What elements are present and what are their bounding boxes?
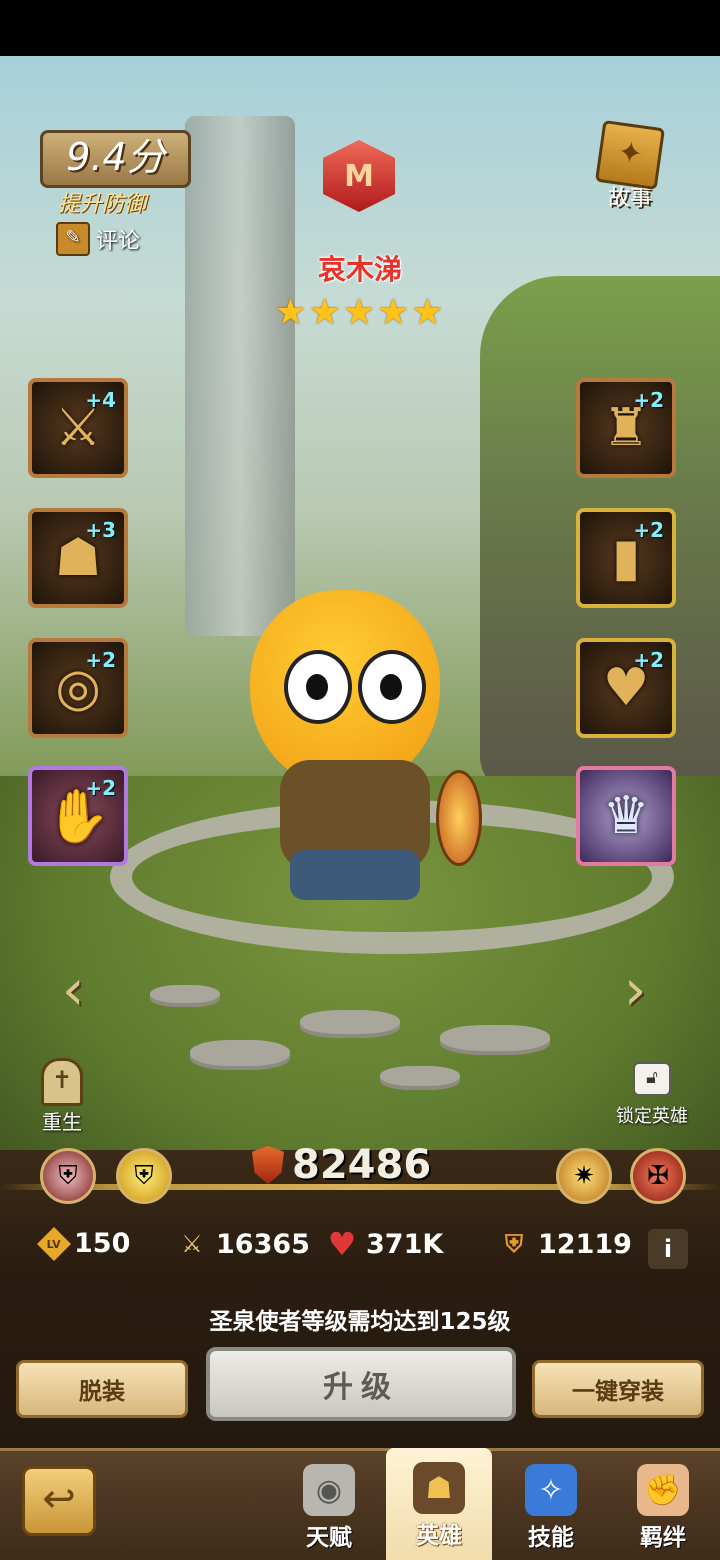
tab-bond[interactable]: ✊ 羁绊	[610, 1456, 716, 1556]
tab-hero-label: 英雄	[416, 1523, 462, 1549]
talent-stone-icon: ◉	[303, 1464, 355, 1516]
stat-attack: ⚔ 16365	[176, 1228, 310, 1260]
tab-skill-label: 技能	[528, 1525, 574, 1551]
crown-icon: ♛	[602, 786, 650, 846]
tab-hero[interactable]: ☗ 英雄	[386, 1448, 492, 1560]
skill-book-icon: ✧	[525, 1464, 577, 1516]
gold-emblem-buff-icon[interactable]: ✷	[556, 1148, 612, 1204]
enhance-level: +2	[633, 518, 664, 542]
equip-all-button[interactable]: 一键穿装	[532, 1360, 704, 1418]
faction-badge: M	[323, 140, 395, 212]
hero-name: 哀木涕	[317, 253, 402, 286]
enhance-level: +2	[85, 776, 116, 800]
star-rating: ★★★★★	[274, 292, 446, 333]
hero-legs	[290, 850, 420, 900]
stats-info-button[interactable]: i	[648, 1229, 688, 1269]
tab-talent[interactable]: ◉ 天赋	[276, 1456, 382, 1556]
tab-bond-label: 羁绊	[640, 1525, 686, 1551]
improve-defense-link[interactable]: 提升防御	[58, 186, 146, 218]
upgrade-requirement-notice: 圣泉使者等级需均达到125级	[209, 1309, 511, 1335]
tab-skill[interactable]: ✧ 技能	[498, 1456, 604, 1556]
enhance-level: +2	[85, 648, 116, 672]
enhance-level: +4	[85, 388, 116, 412]
stepping-stone	[380, 1066, 460, 1090]
prev-hero-arrow-icon[interactable]: ‹	[62, 958, 102, 1023]
equip-slot-boots[interactable]: ▮ +2	[576, 508, 676, 608]
defense-value: 12119	[538, 1228, 632, 1260]
tab-talent-label: 天赋	[306, 1525, 352, 1551]
stepping-stone	[440, 1025, 550, 1055]
level-value: 150	[74, 1228, 131, 1259]
lock-hero-label: 锁定英雄	[616, 1106, 688, 1127]
padlock-icon: 🔓︎	[633, 1062, 671, 1096]
hero-rating: 9.4分	[40, 130, 191, 188]
hero-eye	[284, 650, 352, 724]
enhance-level: +2	[633, 648, 664, 672]
equip-slot-crown[interactable]: ♛	[576, 766, 676, 866]
stepping-stone	[190, 1040, 290, 1070]
game-screen: 9.4分 提升防御 ✎ 评论 ✦ 故事 M 哀木涕 ★★★★★ ⚔ +4 ☗ +…	[0, 0, 720, 1560]
lock-hero-button[interactable]: 🔓︎ 锁定英雄	[616, 1062, 688, 1128]
story-book-icon: ✦	[594, 119, 666, 191]
stat-defense: ⛨ 12119	[498, 1228, 632, 1260]
stepping-stone	[150, 985, 220, 1007]
stepping-stone	[300, 1010, 400, 1038]
equip-slot-helmet[interactable]: ☗ +3	[28, 508, 128, 608]
power-shield-icon	[252, 1146, 284, 1184]
level-badge-icon: LV	[37, 1226, 71, 1261]
upgrade-button[interactable]: 升级	[206, 1347, 516, 1421]
attack-value: 16365	[216, 1228, 310, 1260]
shield-icon: ⛨	[505, 1230, 523, 1258]
combat-power: 82486	[252, 1142, 431, 1188]
stat-level: LV 150	[37, 1226, 131, 1261]
hero-eye	[358, 650, 426, 724]
crossed-swords-icon: ⚔	[181, 1230, 203, 1258]
hero-helmet-icon: ☗	[413, 1462, 465, 1514]
ruby-badge-icon: M	[323, 140, 395, 212]
rebirth-button[interactable]: ✝ 重生	[38, 1058, 86, 1135]
equip-slot-armor[interactable]: ♜ +2	[576, 378, 676, 478]
defense-buff-icon[interactable]: ⛨	[40, 1148, 96, 1204]
gold-shield-buff-icon[interactable]: ⛨	[116, 1148, 172, 1204]
story-button[interactable]: ✦ 故事	[594, 119, 666, 212]
hp-value: 371K	[366, 1228, 444, 1260]
tombstone-icon: ✝	[41, 1058, 83, 1106]
combat-power-value: 82486	[292, 1142, 432, 1188]
equip-slot-sword[interactable]: ⚔ +4	[28, 378, 128, 478]
equip-slot-gauntlet[interactable]: ✋ +2	[28, 766, 128, 866]
next-hero-arrow-icon[interactable]: ›	[624, 958, 664, 1023]
enhance-level: +2	[633, 388, 664, 412]
hero-character[interactable]	[240, 580, 482, 910]
stat-hp: ♥ 371K	[326, 1225, 444, 1263]
back-arrow-icon[interactable]: ↩	[22, 1466, 96, 1536]
unequip-button[interactable]: 脱装	[16, 1360, 188, 1418]
enhance-level: +3	[85, 518, 116, 542]
heart-icon: ♥	[327, 1225, 357, 1263]
sword-emblem-buff-icon[interactable]: ✠	[630, 1148, 686, 1204]
equip-slot-amulet[interactable]: ♥ +2	[576, 638, 676, 738]
background-totem	[185, 116, 295, 636]
handshake-icon: ✊	[637, 1464, 689, 1516]
status-bar	[0, 0, 720, 56]
equip-slot-ring[interactable]: ◎ +2	[28, 638, 128, 738]
stat-row: LV 150 ⚔ 16365 ♥ 371K ⛨ 12119	[0, 1225, 720, 1272]
hero-shield	[436, 770, 482, 866]
rebirth-label: 重生	[42, 1110, 82, 1134]
